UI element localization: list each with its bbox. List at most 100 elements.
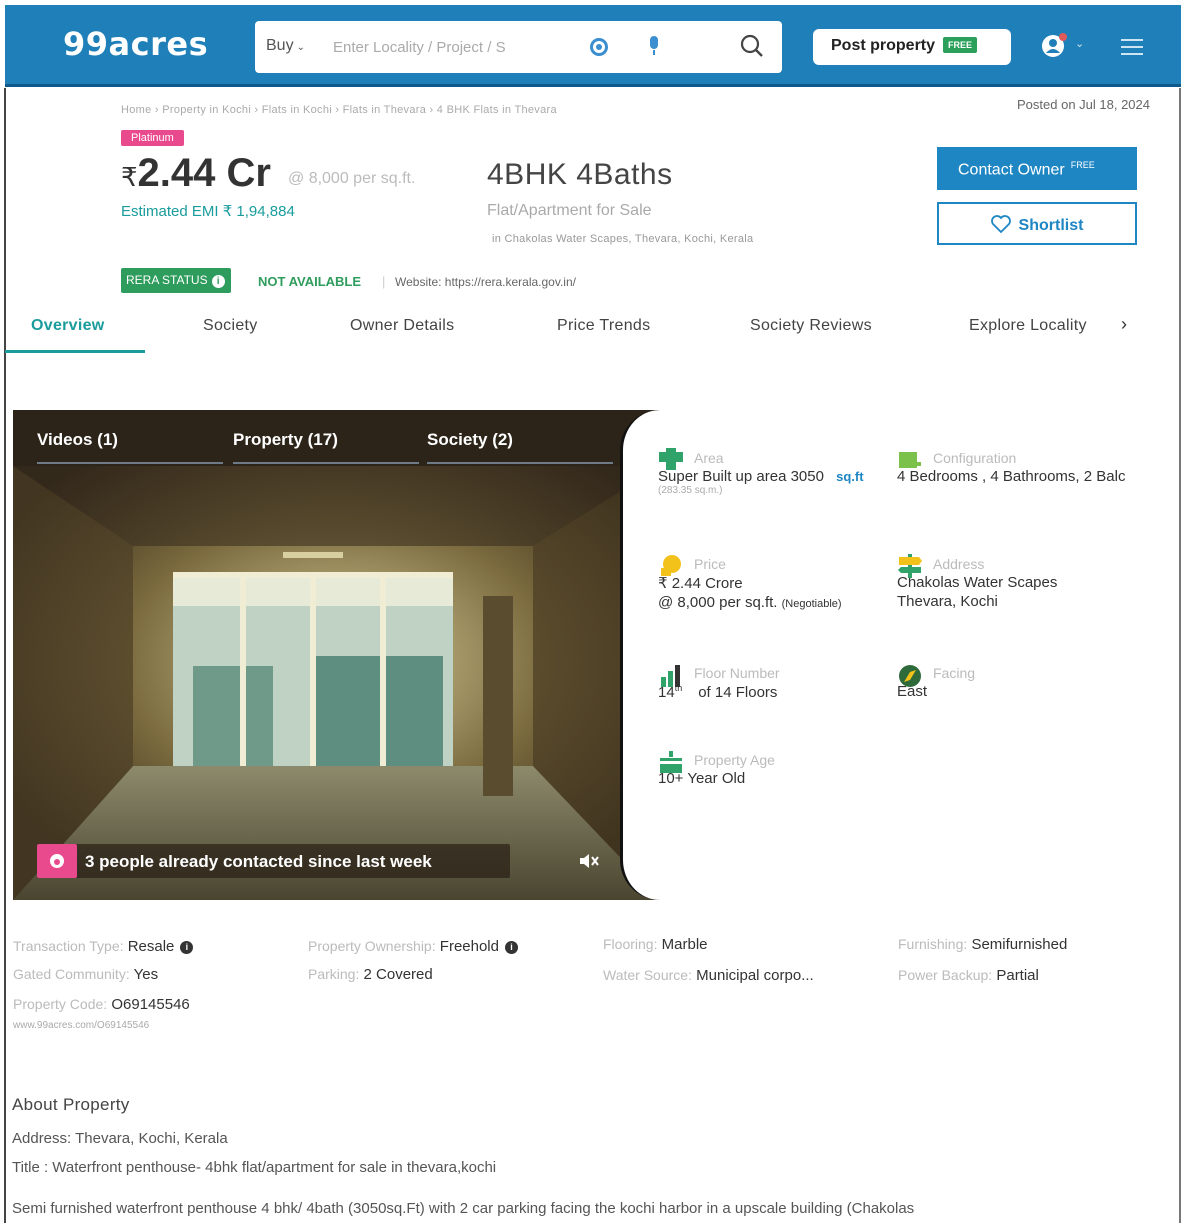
contact-owner-label: Contact Owner <box>958 161 1065 179</box>
property-type: Flat/Apartment for Sale <box>487 202 652 219</box>
calendar-icon <box>660 751 682 773</box>
facing-label: Facing <box>933 665 976 681</box>
detail-property-age: Property Age 10+ Year Old <box>658 751 888 787</box>
info-icon[interactable]: i <box>504 941 518 954</box>
tab-explore-locality[interactable]: Explore Locality <box>969 317 1087 335</box>
mute-icon[interactable] <box>578 851 600 871</box>
tab-property-photos[interactable]: Property (17) <box>233 430 338 450</box>
post-property-button[interactable]: Post property FREE <box>813 29 1011 65</box>
attr-furnishing: Furnishing: Semifurnished <box>898 936 1067 953</box>
floor-value: 14th of 14 Floors <box>658 683 888 701</box>
hamburger-menu-icon[interactable] <box>1121 39 1143 55</box>
platinum-badge: Platinum <box>121 130 184 146</box>
attr-value: 2 Covered <box>363 966 433 983</box>
area-unit-dropdown[interactable]: sq.ft <box>836 469 863 484</box>
top-header: 99acres Buy⌄ Post propertyFREE ⌄ <box>5 5 1181 87</box>
attr-power-backup: Power Backup: Partial <box>898 967 1039 984</box>
free-tag: FREE <box>1070 160 1095 170</box>
logo[interactable]: 99acres <box>63 25 208 63</box>
configuration-label: Configuration <box>933 450 1017 466</box>
attr-value: Marble <box>661 936 708 953</box>
chevron-down-icon: ⌄ <box>296 42 305 53</box>
property-photo[interactable] <box>13 466 661 900</box>
tab-society[interactable]: Society <box>203 317 258 335</box>
gallery-tabs: Videos (1) Property (17) Society (2) <box>13 410 661 466</box>
attr-key: Property Code: <box>13 996 108 1012</box>
free-badge: FREE <box>943 37 978 53</box>
negotiable-tag: (Negotiable) <box>781 598 842 610</box>
attr-key: Flooring: <box>603 936 658 952</box>
search-icon[interactable] <box>739 33 765 59</box>
breadcrumb[interactable]: Home › Property in Kochi › Flats in Koch… <box>121 104 557 116</box>
info-icon[interactable]: i <box>211 275 225 288</box>
contacted-text: 3 people already contacted since last we… <box>85 852 432 871</box>
contact-owner-button[interactable]: Contact Owner FREE <box>937 147 1137 190</box>
floor-icon <box>661 665 680 687</box>
tab-divider <box>37 462 223 464</box>
attr-ownership: Property Ownership: Freehold i <box>308 938 518 955</box>
posted-date: Posted on Jul 18, 2024 <box>1017 97 1150 112</box>
attr-key: Water Source: <box>603 967 692 983</box>
compass-icon <box>899 665 921 687</box>
detail-address: Address Chakolas Water Scapes Thevara, K… <box>897 554 1157 610</box>
chevron-down-icon[interactable]: ⌄ <box>1075 37 1084 50</box>
attr-value: O69145546 <box>111 996 190 1013</box>
shortlist-label: Shortlist <box>1018 217 1084 234</box>
rera-website[interactable]: Website: https://rera.kerala.gov.in/ <box>395 275 576 289</box>
attr-key: Transaction Type: <box>13 938 124 954</box>
fire-icon <box>37 844 77 878</box>
search-bar: Buy ⌄ <box>255 21 782 73</box>
detail-area: Area Super Built up area 3050 sq.ft (283… <box>658 448 888 496</box>
area-label: Area <box>694 450 724 466</box>
buy-dropdown[interactable]: Buy ⌄ <box>266 37 305 55</box>
price-per-sqft-text: @ 8,000 per sq.ft. <box>658 594 778 611</box>
tab-overview[interactable]: Overview <box>31 317 105 335</box>
tab-price-trends[interactable]: Price Trends <box>557 317 650 335</box>
shortlist-button[interactable]: Shortlist <box>937 202 1137 245</box>
attr-key: Property Ownership: <box>308 938 436 954</box>
search-input[interactable] <box>333 35 573 59</box>
frame-edge <box>1179 88 1181 1223</box>
tab-society-reviews[interactable]: Society Reviews <box>750 317 872 335</box>
chevron-right-icon[interactable]: › <box>1121 314 1127 335</box>
signpost-icon <box>898 554 922 578</box>
contacted-banner: 3 people already contacted since last we… <box>37 844 510 878</box>
estimated-emi-link[interactable]: Estimated EMI ₹ 1,94,884 <box>121 202 295 220</box>
tab-owner-details[interactable]: Owner Details <box>350 317 454 335</box>
price-label: Price <box>694 556 726 572</box>
user-icon[interactable] <box>1041 31 1069 59</box>
property-url[interactable]: www.99acres.com/O69145546 <box>13 1020 149 1031</box>
tab-videos[interactable]: Videos (1) <box>37 430 118 450</box>
about-address: Address: Thevara, Kochi, Kerala <box>12 1130 228 1147</box>
configuration-icon <box>899 452 921 468</box>
facing-value: East <box>897 683 928 700</box>
price-per-sqft: @ 8,000 per sq.ft. <box>288 170 416 187</box>
heart-icon <box>990 215 1011 234</box>
tab-divider <box>233 462 419 464</box>
attr-value: Semifurnished <box>971 936 1068 953</box>
address-value-1: Chakolas Water Scapes <box>897 574 1058 591</box>
media-gallery[interactable]: Videos (1) Property (17) Society (2) 3 p… <box>13 410 661 900</box>
attr-gated-community: Gated Community: Yes <box>13 966 158 983</box>
frame-edge <box>4 88 6 1223</box>
attr-key: Furnishing: <box>898 936 968 952</box>
floor-label: Floor Number <box>694 665 780 681</box>
price-detail-value: ₹ 2.44 Crore <box>658 575 743 592</box>
detail-facing: Facing East <box>897 665 1127 700</box>
floor-total: of 14 Floors <box>698 684 778 701</box>
tab-divider <box>427 462 613 464</box>
location-icon[interactable] <box>590 38 608 56</box>
tab-society-photos[interactable]: Society (2) <box>427 430 513 450</box>
address-label: Address <box>933 556 985 572</box>
attr-value: Municipal corpo... <box>696 967 814 984</box>
attr-property-code: Property Code: O69145546 <box>13 996 190 1013</box>
about-title: Title : Waterfront penthouse- 4bhk flat/… <box>12 1159 497 1176</box>
attr-value: Partial <box>996 967 1039 984</box>
property-age-label: Property Age <box>694 752 775 768</box>
mic-icon[interactable] <box>648 36 660 56</box>
attr-key: Power Backup: <box>898 967 993 983</box>
about-description: Semi furnished waterfront penthouse 4 bh… <box>12 1200 915 1217</box>
info-icon[interactable]: i <box>180 941 194 954</box>
section-tabs: Overview Society Owner Details Price Tre… <box>5 305 1181 355</box>
area-icon <box>659 448 683 470</box>
